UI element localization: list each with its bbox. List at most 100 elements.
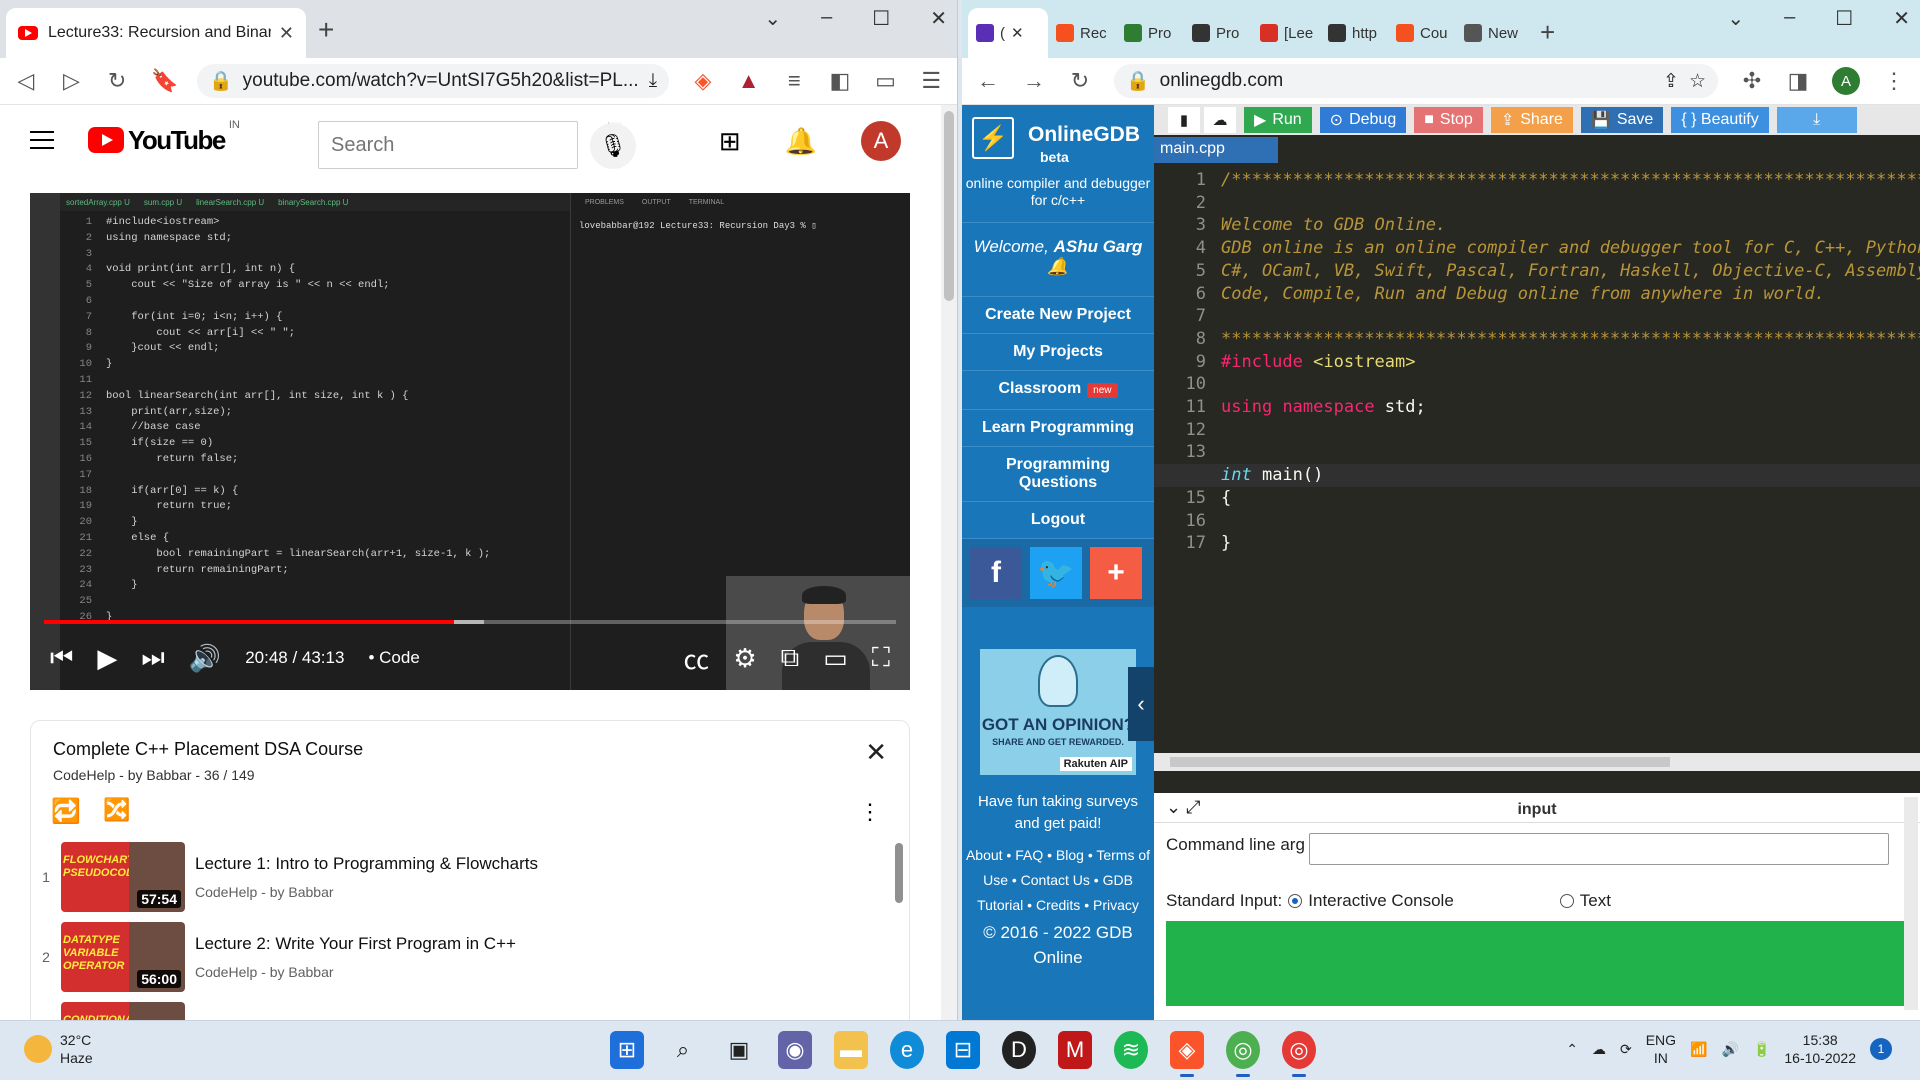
facebook-icon[interactable]: f [970,547,1022,599]
address-bar[interactable]: 🔒 youtube.com/watch?v=UntSI7G5h20&list=P… [196,64,670,98]
interactive-console-radio[interactable] [1288,894,1303,908]
download-icon[interactable]: ⤓ [1776,107,1857,133]
close-window-button[interactable]: ✕ [1893,6,1910,31]
video-thumbnail[interactable]: FLOWCHART PSEUDOCODE 57:54 [61,842,185,912]
browser-tab[interactable]: New [1456,8,1524,58]
account-avatar[interactable]: A [861,121,901,161]
nav-learn-programming[interactable]: Learn Programming [962,410,1154,447]
nav-classroom[interactable]: Classroom new [962,371,1154,410]
playlist-icon[interactable]: ≡ [782,68,806,94]
fullscreen-icon[interactable]: ⛶ [872,642,890,674]
new-file-icon[interactable]: ▮ [1168,107,1200,133]
input-panel-scrollbar[interactable] [1904,797,1918,1010]
video-thumbnail[interactable]: CONDITIONALS [61,1002,185,1020]
nav-create-new-project[interactable]: Create New Project [962,297,1154,334]
profile-avatar[interactable]: A [1832,67,1860,95]
save-button[interactable]: 💾 Save [1580,107,1664,133]
loop-icon[interactable]: 🔁 [51,797,81,826]
close-tab-icon[interactable]: ✕ [279,23,294,44]
youtube-logo[interactable]: YouTube IN [88,119,240,156]
browser-tab[interactable]: [Lee [1252,8,1320,58]
run-button[interactable]: ▶ Run [1244,107,1312,133]
nav-programming-questions[interactable]: Programming Questions [962,447,1154,502]
battery-icon[interactable]: 🔋 [1753,1041,1770,1058]
playlist-title[interactable]: Complete C++ Placement DSA Course [53,739,363,760]
debug-button[interactable]: ⊙ Debug [1319,107,1407,133]
notifications-bell-icon[interactable]: 🔔 [785,126,817,157]
browser-tab[interactable]: Rec [1048,8,1116,58]
store-icon[interactable]: ⊟ [946,1031,980,1069]
search-input[interactable] [319,122,608,168]
tab-search-icon[interactable]: ⌄ [1727,6,1744,31]
clock[interactable]: 15:38 16-10-2022 [1784,1031,1856,1067]
brave-rewards-icon[interactable]: ▲ [737,68,761,94]
miniplayer-icon[interactable]: ⧉ [781,642,800,674]
task-view-icon[interactable]: ▣ [722,1031,756,1069]
browser-tab[interactable]: Cou [1388,8,1456,58]
forward-icon[interactable]: ▷ [60,68,84,94]
video-title[interactable]: Lecture 1: Intro to Programming & Flowch… [195,854,538,874]
hamburger-icon[interactable] [30,131,54,149]
start-icon[interactable]: ⊞ [610,1031,644,1069]
stop-button[interactable]: ■ Stop [1414,107,1483,133]
interactive-console[interactable] [1166,921,1904,1006]
gdb-logo-icon[interactable]: ⚡ [972,117,1014,159]
playlist-item[interactable]: CONDITIONALSLecture 3: If-Else, While lo… [31,997,909,1020]
maximize-button[interactable]: ☐ [872,6,890,31]
footer-links[interactable]: About • FAQ • Blog • Terms of Use • Cont… [962,835,1154,918]
bookmark-star-icon[interactable]: ☆ [1689,70,1706,93]
editor-horizontal-scrollbar[interactable] [1154,753,1920,771]
bookmark-icon[interactable]: 🔖 [151,68,178,94]
page-scrollbar[interactable] [941,105,957,1020]
share-icon[interactable]: ⇪ [1663,70,1679,93]
sidebar-icon[interactable]: ◨ [1786,68,1810,94]
promo-text[interactable]: Have fun taking surveys and get paid! [962,775,1154,835]
reload-icon[interactable]: ↻ [1068,68,1092,94]
playlist-item[interactable]: 1 FLOWCHART PSEUDOCODE 57:54 Lecture 1: Int… [31,837,909,917]
maximize-button[interactable]: ☐ [1835,6,1853,31]
browser-tab[interactable]: Pro [1184,8,1252,58]
video-thumbnail[interactable]: DATATYPE VARIABLE OPERATOR 56:00 [61,922,185,992]
wallet-icon[interactable]: ▭ [874,68,898,94]
close-tab-icon[interactable]: ✕ [1011,24,1024,42]
shuffle-icon[interactable]: 🔀 [103,797,130,823]
collapse-sidebar-icon[interactable]: ‹ [1128,667,1154,741]
upload-icon[interactable]: ☁ [1204,107,1236,133]
play-icon[interactable]: ▶ [97,643,117,674]
minimize-button[interactable]: – [821,6,832,31]
cmd-args-input[interactable] [1309,833,1889,865]
text-radio[interactable] [1559,894,1574,908]
video-progress-bar[interactable] [44,620,896,624]
channel-name[interactable]: CodeHelp - by Babbar [195,884,538,900]
addthis-icon[interactable]: + [1090,547,1142,599]
close-playlist-icon[interactable]: ✕ [865,737,887,768]
language-indicator[interactable]: ENG IN [1646,1031,1676,1067]
video-title[interactable]: Lecture 2: Write Your First Program in C… [195,934,516,954]
menu-icon[interactable]: ⋮ [1882,68,1906,94]
mcafee-icon[interactable]: M [1058,1031,1092,1069]
volume-icon[interactable]: 🔊 [1722,1041,1739,1058]
previous-icon[interactable]: ⏮ [50,642,73,674]
chapter-label[interactable]: • Code [368,648,419,668]
tab-youtube[interactable]: Lecture33: Recursion and Binary S ✕ [6,8,306,58]
new-tab-button[interactable]: + [1540,17,1555,48]
forward-icon[interactable]: → [1022,68,1046,94]
address-bar[interactable]: 🔒 onlinegdb.com ⇪ ☆ [1114,64,1718,98]
close-window-button[interactable]: ✕ [930,6,947,31]
ad-banner[interactable]: GOT AN OPINION? SHARE AND GET REWARDED. … [980,649,1136,775]
file-tab-main[interactable]: main.cpp [1154,137,1278,163]
chrome-profile-icon[interactable]: ◎ [1282,1031,1316,1077]
spotify-icon[interactable]: ≋ [1114,1031,1148,1069]
brave-icon[interactable]: ◈ [1170,1031,1204,1077]
nav-logout[interactable]: Logout [962,502,1154,539]
weather-widget[interactable]: 32°C Haze [24,1031,93,1067]
tab-search-icon[interactable]: ⌄ [764,6,781,31]
next-icon[interactable]: ⏭ [141,642,164,674]
menu-icon[interactable]: ☰ [919,68,943,94]
theater-mode-icon[interactable]: ▭ [823,643,848,674]
channel-name[interactable]: CodeHelp - by Babbar [195,964,516,980]
new-tab-button[interactable]: + [318,14,334,46]
video-player[interactable]: sortedArray.cpp U sum.cpp U linearSearch.c… [30,193,910,690]
interactive-console-label[interactable]: Interactive Console [1308,891,1454,911]
edge-icon[interactable]: e [890,1031,924,1069]
